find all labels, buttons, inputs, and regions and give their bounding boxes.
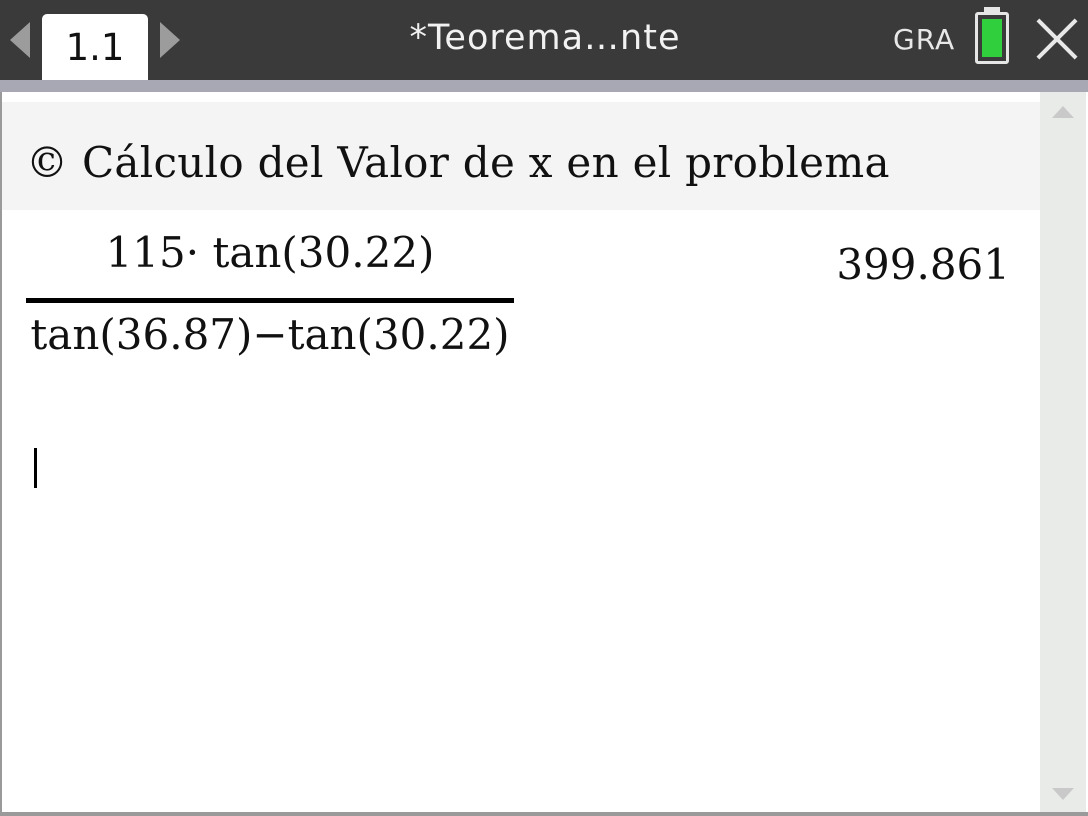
title-bar: 1.1 *Teorema…nte GRA [0,0,1088,90]
scroll-down-icon[interactable] [1052,788,1074,800]
left-arrow-icon[interactable] [10,22,30,58]
expression-entry[interactable]: 115· tan(30.22) tan(36.87)−tan(30.22) [26,228,514,378]
close-icon[interactable] [1034,16,1080,62]
expression-numerator: 115· tan(30.22) [105,228,435,277]
angle-mode-indicator: GRA [893,23,956,56]
tab-page-1-1[interactable]: 1.1 [42,14,148,90]
expression-denominator: tan(36.87)−tan(30.22) [30,310,510,359]
expression-result[interactable]: 399.861 [836,240,1010,289]
scroll-up-icon[interactable] [1052,106,1074,118]
comment-line[interactable]: © Cálculo del Valor de x en el problema [2,102,1040,210]
accent-bar [0,80,1088,92]
bottom-edge [0,812,1088,816]
vertical-scrollbar[interactable] [1040,92,1086,814]
battery-level [982,19,1002,57]
document-title: *Teorema…nte [409,18,681,58]
fraction-bar [26,298,514,303]
battery-icon [975,7,1009,64]
text-cursor [34,448,37,488]
right-arrow-icon[interactable] [160,22,180,58]
calculator-history[interactable]: © Cálculo del Valor de x en el problema … [2,92,1040,814]
